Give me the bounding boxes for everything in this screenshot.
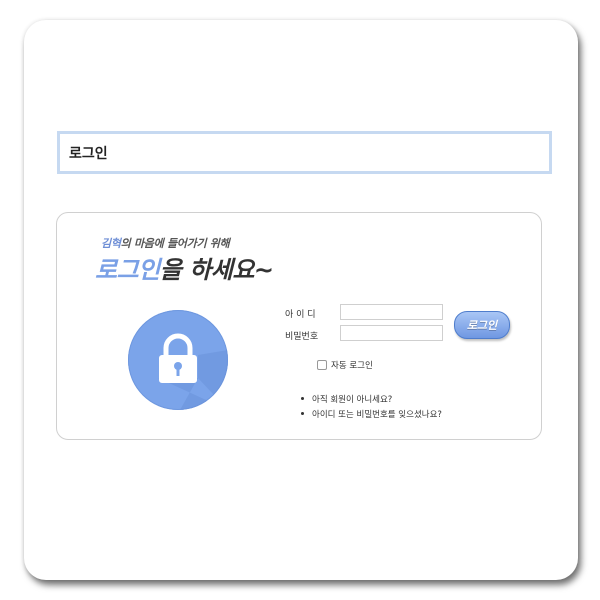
password-input[interactable]: [340, 325, 443, 341]
id-input[interactable]: [340, 304, 443, 320]
greeting-name: 김혁: [101, 237, 121, 250]
auto-login-row[interactable]: 자동 로그인: [317, 359, 373, 371]
greeting-subtitle-text: 의 마음에 들어가기 위해: [120, 237, 230, 250]
auto-login-checkbox[interactable]: [317, 360, 327, 370]
page-title: 로그인: [69, 145, 108, 162]
greeting-headline-text: 을 하세요~: [159, 256, 274, 284]
signup-link[interactable]: 아직 회원이 아니세요?: [301, 391, 442, 406]
greeting-headline: 로그인을 하세요~: [95, 250, 274, 285]
lock-icon: [128, 310, 228, 410]
login-panel: 김혁의 마음에 들어가기 위해 로그인을 하세요~ 아 이 디 비밀번호 로그인…: [56, 212, 542, 440]
greeting-headline-accent: 로그인: [95, 256, 160, 284]
page-title-box: 로그인: [57, 131, 552, 174]
forgot-credentials-link-text[interactable]: 아이디 또는 비밀번호를 잊으셨나요?: [312, 408, 442, 420]
login-button[interactable]: 로그인: [454, 311, 510, 339]
id-label: 아 이 디: [285, 310, 316, 320]
forgot-credentials-link[interactable]: 아이디 또는 비밀번호를 잊으셨나요?: [301, 406, 442, 421]
bullet-icon: [301, 397, 304, 400]
bullet-icon: [301, 412, 304, 415]
greeting-subtitle: 김혁의 마음에 들어가기 위해: [101, 235, 230, 251]
signup-link-text[interactable]: 아직 회원이 아니세요?: [312, 393, 392, 405]
password-label: 비밀번호: [285, 332, 319, 342]
help-links: 아직 회원이 아니세요? 아이디 또는 비밀번호를 잊으셨나요?: [301, 391, 442, 421]
auto-login-label: 자동 로그인: [331, 361, 373, 371]
